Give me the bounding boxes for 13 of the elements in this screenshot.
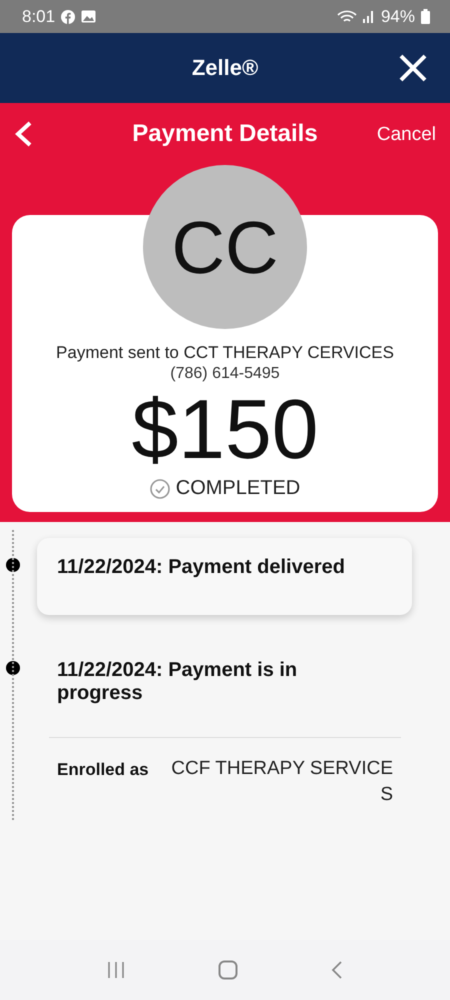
- clock: 8:01: [22, 6, 56, 26]
- app-title: Zelle®: [192, 55, 258, 81]
- timeline-entry: 11/22/2024: Payment is in progress: [56, 658, 298, 706]
- timeline-card: 11/22/2024: Payment delivered: [37, 538, 412, 615]
- status-text: COMPLETED: [176, 477, 300, 500]
- recipient-text: Payment sent to CCT THERAPY CERVICES: [56, 343, 394, 363]
- cancel-button[interactable]: Cancel: [374, 122, 438, 148]
- page-title: Payment Details: [132, 120, 318, 148]
- battery-percent: 94%: [380, 6, 415, 26]
- field-label: Enrolled as: [57, 759, 149, 781]
- payment-amount: $150: [132, 387, 318, 471]
- phone-number: (786) 614-5495: [170, 365, 280, 383]
- field-value: CCF THERAPY SERVICES: [170, 757, 393, 807]
